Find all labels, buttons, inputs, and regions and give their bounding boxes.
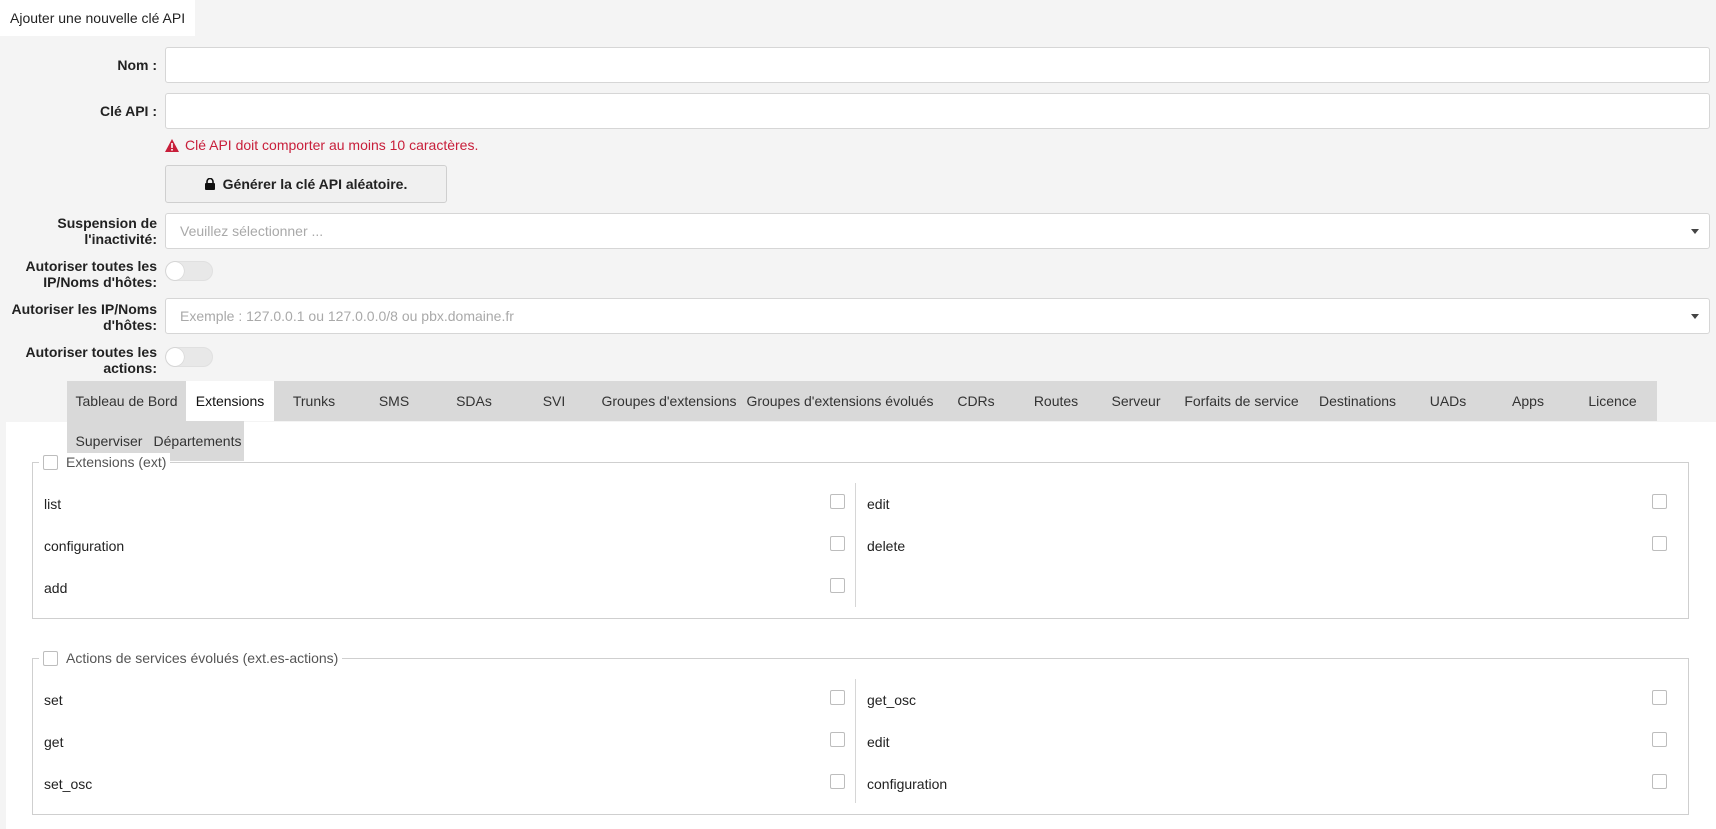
column-divider [855,679,856,803]
toggle-knob [166,348,184,366]
allow-all-ips-label: Autoriser toutes les IP/Noms d'hôtes: [0,258,157,290]
column-divider [855,483,856,607]
allow-all-actions-label: Autoriser toutes les actions: [0,344,157,376]
permission-checkbox[interactable] [1652,774,1667,789]
permission-label: configuration [44,538,125,554]
suspension-label: Suspension de l'inactivité: [0,215,157,247]
permission-checkbox[interactable] [830,494,845,509]
permission-checkbox[interactable] [830,690,845,705]
suspension-label-line1: Suspension de [57,215,157,231]
permission-group-es-actions: Actions de services évolués (ext.es-acti… [32,649,1689,815]
allow-all-actions-label-line1: Autoriser toutes les [25,344,157,360]
permission-label: set [44,692,63,708]
apikey-input[interactable] [165,93,1710,129]
group-legend: Actions de services évolués (ext.es-acti… [39,649,343,667]
tab-svi[interactable]: SVI [514,381,594,421]
tab-sms[interactable]: SMS [354,381,434,421]
lock-icon [204,167,215,203]
chevron-down-icon [1691,314,1699,319]
tab-destinations[interactable]: Destinations [1307,381,1408,421]
tab-groupes-extensions[interactable]: Groupes d'extensions [594,381,744,421]
group-checkbox[interactable] [43,455,58,470]
chevron-down-icon [1691,229,1699,234]
name-label: Nom : [117,57,157,73]
permission-checkbox[interactable] [1652,494,1667,509]
permission-label: add [44,580,68,596]
allow-ips-label: Autoriser les IP/Noms d'hôtes: [0,301,158,333]
suspension-label-line2: l'inactivité: [84,231,157,247]
permission-label: edit [867,734,890,750]
apikey-error: Clé API doit comporter au moins 10 carac… [165,137,478,155]
permission-checkbox[interactable] [1652,690,1667,705]
allow-ips-placeholder: Exemple : 127.0.0.1 ou 127.0.0.0/8 ou pb… [180,308,514,324]
tab-serveur[interactable]: Serveur [1096,381,1176,421]
group-legend-text: Extensions (ext) [66,454,167,470]
group-legend: Extensions (ext) [39,453,171,471]
tab-apps[interactable]: Apps [1488,381,1568,421]
permission-label: get_osc [867,692,917,708]
tab-extensions[interactable]: Extensions [186,381,274,421]
warning-icon [165,139,179,155]
tab-forfaits-de-service[interactable]: Forfaits de service [1176,381,1307,421]
generate-apikey-button[interactable]: Générer la clé API aléatoire. [165,165,447,203]
permission-checkbox[interactable] [830,578,845,593]
permission-checkbox[interactable] [830,732,845,747]
page-title-tab: Ajouter une nouvelle clé API [0,0,196,36]
permission-group-extensions: Extensions (ext) list configuration add … [32,453,1689,619]
tab-groupes-extensions-evolues[interactable]: Groupes d'extensions évolués [744,381,936,421]
permission-checkbox[interactable] [1652,536,1667,551]
permission-label: list [44,496,62,512]
tab-sdas[interactable]: SDAs [434,381,514,421]
permission-label: edit [867,496,890,512]
name-input[interactable] [165,47,1710,83]
permission-checkbox[interactable] [1652,732,1667,747]
tab-licence[interactable]: Licence [1568,381,1657,421]
allow-ips-select[interactable]: Exemple : 127.0.0.1 ou 127.0.0.0/8 ou pb… [165,298,1710,334]
tab-trunks[interactable]: Trunks [274,381,354,421]
allow-ips-label-line1: Autoriser les IP/Noms [11,301,158,317]
allow-all-actions-label-line2: actions: [103,360,157,376]
permission-label: delete [867,538,906,554]
permission-checkbox[interactable] [830,536,845,551]
allow-all-ips-label-line2: IP/Noms d'hôtes: [43,274,157,290]
group-checkbox[interactable] [43,651,58,666]
apikey-error-text: Clé API doit comporter au moins 10 carac… [185,137,479,153]
permission-label: get [44,734,64,750]
generate-apikey-label: Générer la clé API aléatoire. [222,176,408,192]
permission-label: configuration [867,776,948,792]
allow-all-ips-toggle[interactable] [165,261,213,281]
permission-checkbox[interactable] [830,774,845,789]
allow-all-actions-toggle[interactable] [165,347,213,367]
toggle-knob [166,262,184,280]
group-legend-text: Actions de services évolués (ext.es-acti… [66,650,339,666]
suspension-placeholder: Veuillez sélectionner ... [180,223,324,239]
tab-uads[interactable]: UADs [1408,381,1488,421]
allow-ips-label-line2: d'hôtes: [103,317,157,333]
tab-cdrs[interactable]: CDRs [936,381,1016,421]
tab-routes[interactable]: Routes [1016,381,1096,421]
permission-label: set_osc [44,776,93,792]
tab-tableau-de-bord[interactable]: Tableau de Bord [67,381,186,421]
allow-all-ips-label-line1: Autoriser toutes les [25,258,157,274]
apikey-label: Clé API : [99,103,157,119]
suspension-select[interactable]: Veuillez sélectionner ... [165,213,1710,249]
